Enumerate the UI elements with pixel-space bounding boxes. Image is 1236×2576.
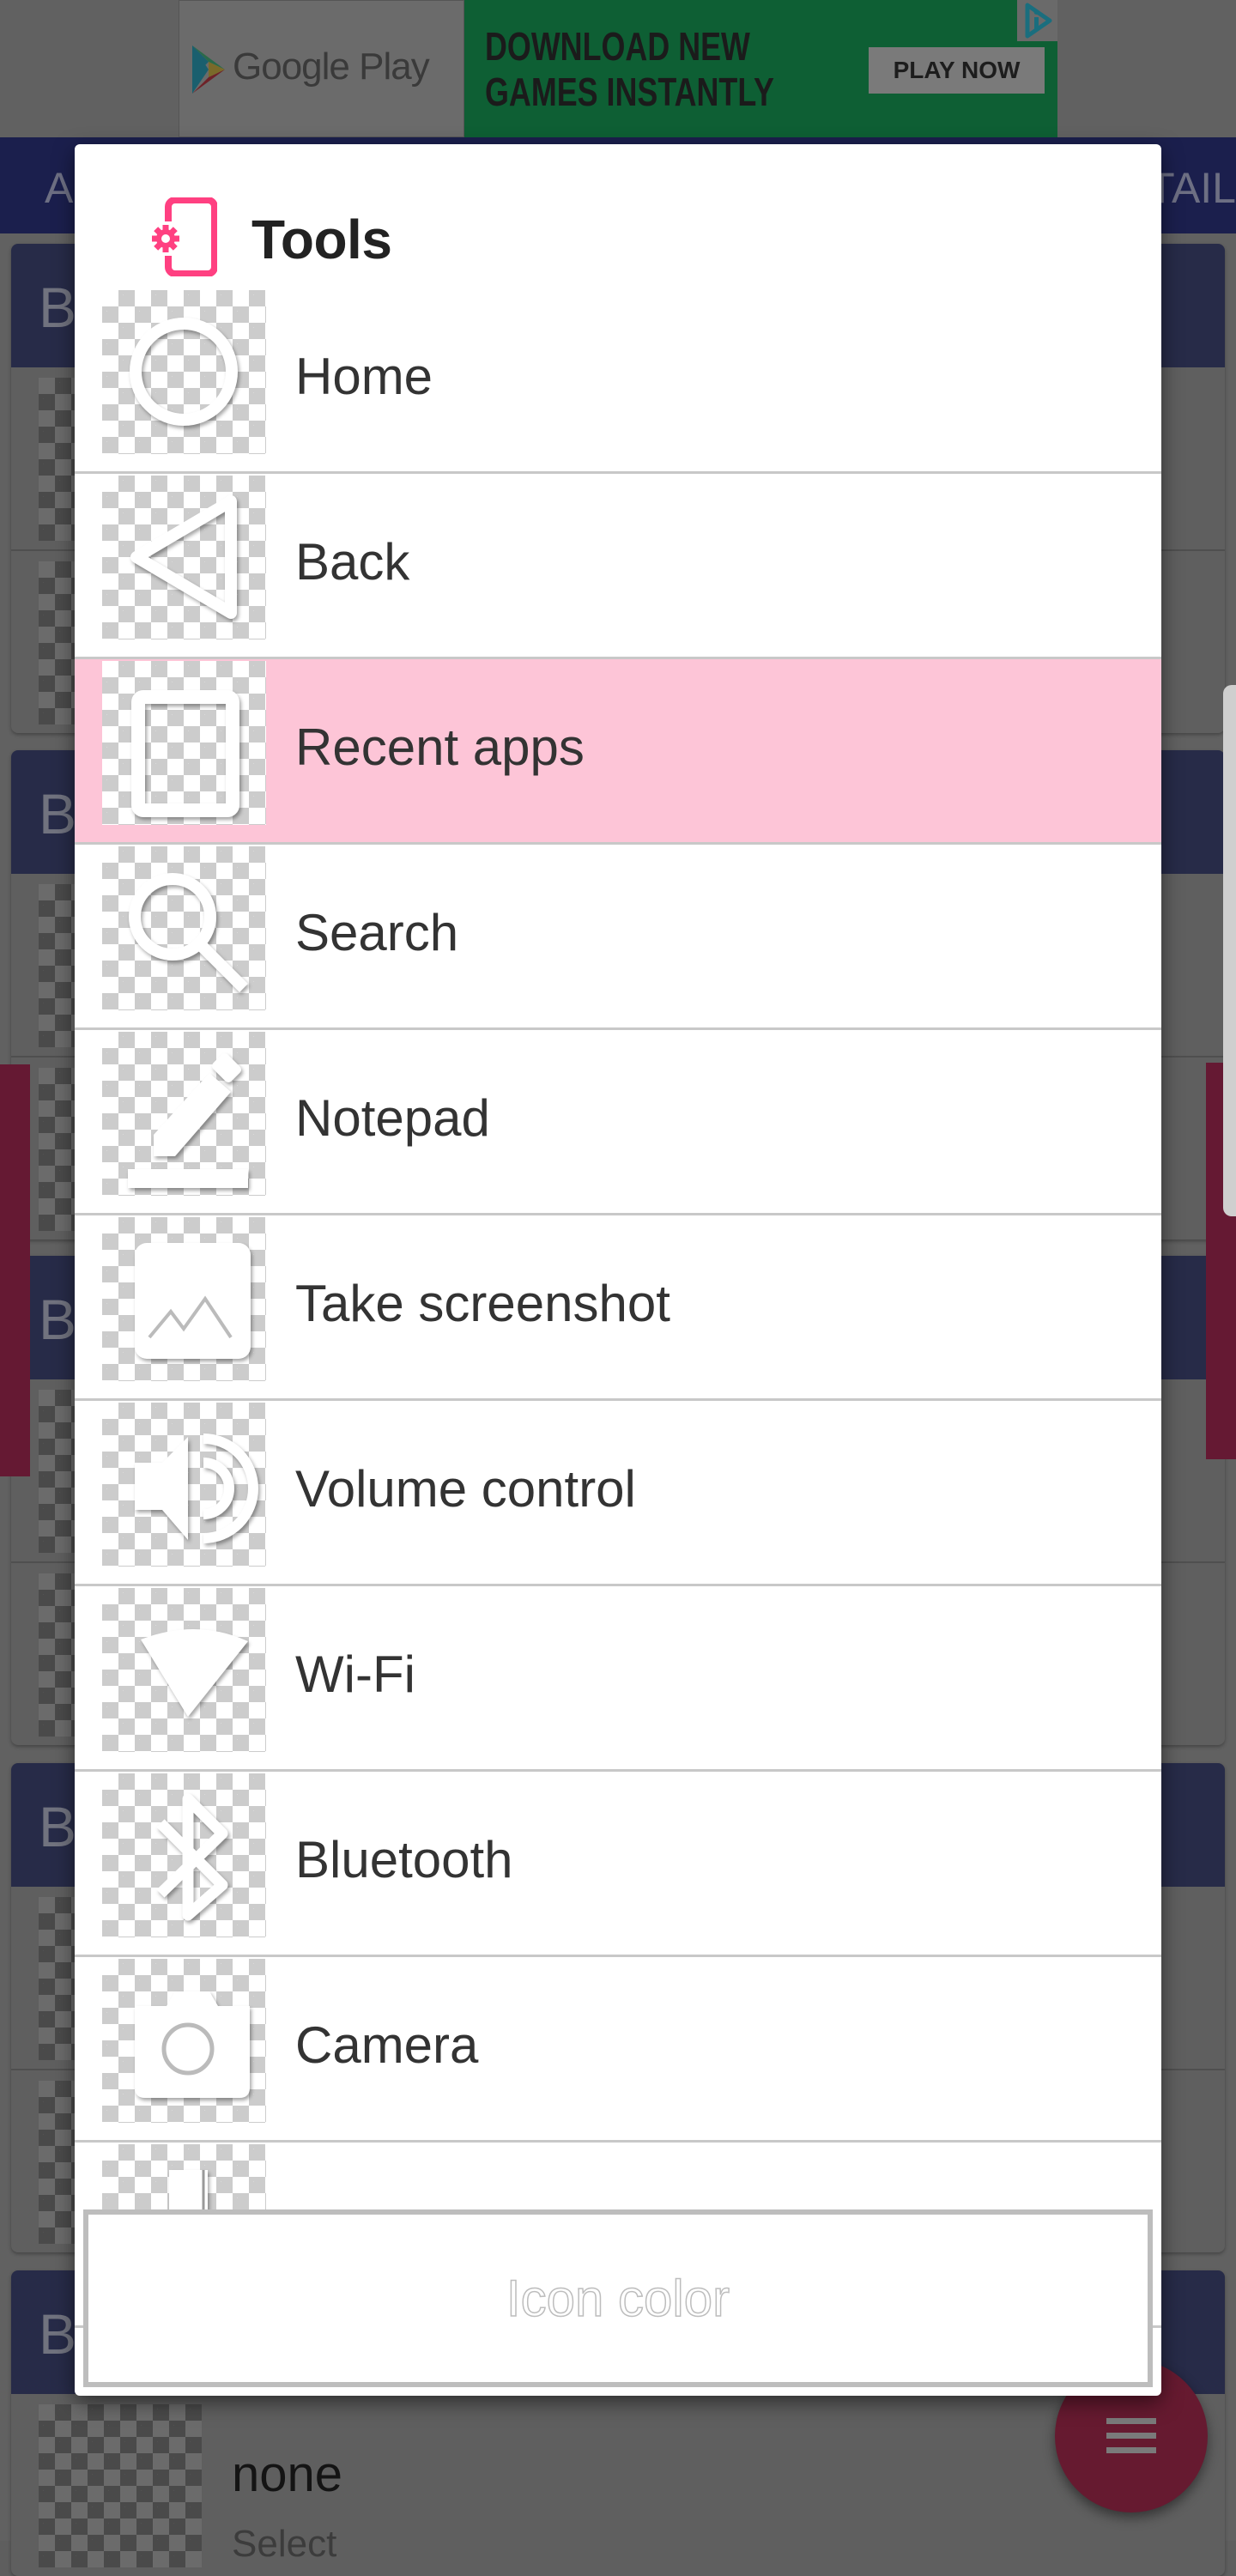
camera-icon <box>102 1959 266 2123</box>
item-label: Search <box>295 904 459 961</box>
google-play-icon <box>192 45 225 94</box>
icon-color-label: Icon color <box>506 2269 730 2328</box>
side-accent-left <box>0 1064 30 1476</box>
list-item-camera[interactable]: Camera <box>75 1957 1161 2143</box>
card-select-label[interactable]: Select <box>232 2523 336 2566</box>
dialog-title: Tools <box>251 209 392 270</box>
card-header-text: B <box>39 276 77 339</box>
volume-icon <box>102 1403 266 1567</box>
circle-icon <box>102 290 266 454</box>
item-label: Bluetooth <box>295 1831 513 1888</box>
list-item-notepad[interactable]: Notepad <box>75 1030 1161 1215</box>
search-icon <box>102 846 266 1010</box>
list-item-search[interactable]: Search <box>75 845 1161 1030</box>
card-header-text: B <box>39 782 77 846</box>
item-label: Back <box>295 533 410 591</box>
image-icon <box>102 1217 266 1381</box>
ad-headline: DOWNLOAD NEW GAMES INSTANTLY <box>485 24 774 115</box>
item-label: Notepad <box>295 1089 490 1147</box>
card-header-text: B <box>39 2302 77 2366</box>
card-header-text: B <box>39 1795 77 1858</box>
ad-banner[interactable]: Google Play DOWNLOAD NEW GAMES INSTANTLY… <box>179 0 1057 137</box>
ad-play-now-button[interactable]: PLAY NOW <box>869 47 1045 94</box>
ad-brand-panel: Google Play <box>179 0 464 137</box>
triangle-back-icon <box>102 476 266 639</box>
list-item-volume-control[interactable]: Volume control <box>75 1401 1161 1586</box>
card-value: none <box>232 2446 343 2502</box>
item-label: Camera <box>295 2016 479 2074</box>
square-icon <box>102 661 266 825</box>
ad-brand-text: Google Play <box>233 45 430 88</box>
item-label: Volume control <box>295 1460 636 1518</box>
list-item-home[interactable]: Home <box>75 288 1161 474</box>
ad-headline-line1: DOWNLOAD NEW <box>485 24 750 69</box>
icon-preview <box>39 2404 202 2567</box>
pencil-icon <box>102 1032 266 1196</box>
list-item-recent-apps[interactable]: Recent apps <box>75 659 1161 845</box>
tab-actions[interactable]: A <box>45 163 73 213</box>
icon-color-button[interactable]: Icon color <box>83 2209 1153 2387</box>
ad-headline-line2: GAMES INSTANTLY <box>485 70 774 114</box>
item-label: Take screenshot <box>295 1275 670 1332</box>
ad-creative: DOWNLOAD NEW GAMES INSTANTLY PLAY NOW <box>464 0 1057 137</box>
tab-details[interactable]: TAIL <box>1148 163 1236 213</box>
list-item-wifi[interactable]: Wi-Fi <box>75 1586 1161 1772</box>
list-item-bluetooth[interactable]: Bluetooth <box>75 1772 1161 1957</box>
item-label: Recent apps <box>295 718 585 776</box>
page-scrollbar[interactable] <box>1223 685 1236 1216</box>
card-header-text: B <box>39 1288 77 1351</box>
adchoices-icon[interactable] <box>1017 0 1057 41</box>
card-row[interactable]: none Select <box>11 2394 1225 2576</box>
wifi-icon <box>102 1588 266 1752</box>
phone-settings-icon <box>151 197 217 276</box>
item-label: Home <box>295 348 433 405</box>
bluetooth-icon <box>102 1773 266 1937</box>
tools-dialog: Tools Home Back Recent apps Search Notep… <box>75 144 1161 2396</box>
tools-list[interactable]: Home Back Recent apps Search Notepad Tak… <box>75 288 1161 2346</box>
list-item-back[interactable]: Back <box>75 474 1161 659</box>
item-label: Wi-Fi <box>295 1646 415 1703</box>
list-item-take-screenshot[interactable]: Take screenshot <box>75 1215 1161 1401</box>
menu-icon <box>1106 2418 1156 2454</box>
